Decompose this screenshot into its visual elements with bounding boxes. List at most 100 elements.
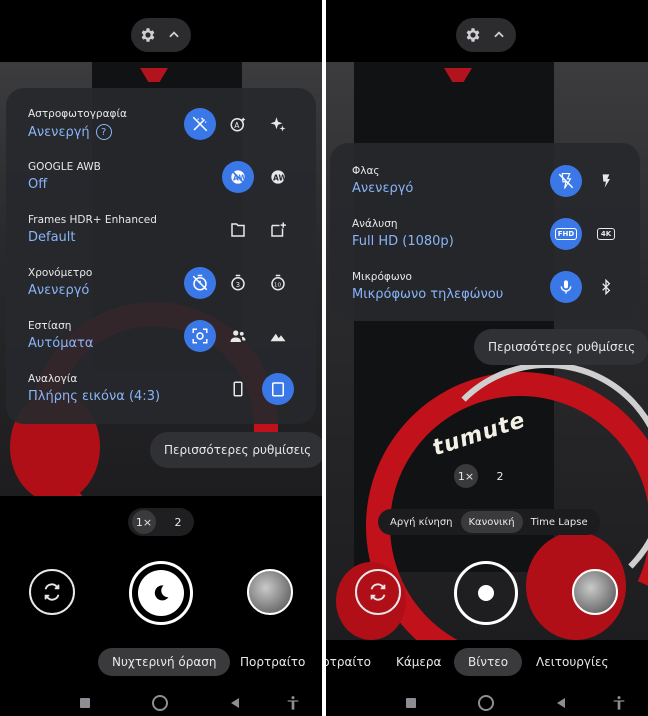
setting-label: Ανάλυση xyxy=(352,218,398,230)
speed-normal[interactable]: Κανονική xyxy=(460,511,523,533)
setting-row-frames: Frames HDR+ Enhanced Default xyxy=(6,208,316,252)
awb-off-icon[interactable]: AW xyxy=(222,161,254,193)
setting-row-awb: GOOGLE AWB Off AW AW xyxy=(6,155,316,199)
home-icon[interactable] xyxy=(477,694,495,712)
zoom-selector: 1× 2 xyxy=(128,508,194,536)
setting-label: Αστροφωτογραφία xyxy=(28,108,127,120)
gear-icon xyxy=(139,26,157,44)
home-icon[interactable] xyxy=(151,694,169,712)
settings-panel: Φλας Ανενεργό Ανάλυση Full HD (1080p) FH… xyxy=(330,143,640,321)
mode-portrait[interactable]: Πορτραίτο xyxy=(240,648,305,676)
setting-label: Μικρόφωνο xyxy=(352,271,412,283)
chevron-up-icon xyxy=(165,26,183,44)
astro-off-icon[interactable] xyxy=(184,108,216,140)
zoom-2x[interactable]: 2 xyxy=(488,464,512,488)
shutter-button[interactable] xyxy=(129,561,193,625)
flash-off-icon[interactable] xyxy=(550,165,582,197)
microphone-icon[interactable] xyxy=(550,271,582,303)
moon-icon xyxy=(154,585,169,601)
svg-text:AW: AW xyxy=(273,173,287,182)
settings-panel: Αστροφωτογραφία Ανενεργή ? A GOOGLE AWB … xyxy=(6,88,316,424)
astro-auto-icon[interactable]: A xyxy=(222,108,254,140)
back-icon[interactable] xyxy=(552,694,570,712)
timer-3-icon[interactable]: 3 xyxy=(222,267,254,299)
timer-10-icon[interactable]: 10 xyxy=(262,267,294,299)
video-screen: tumute Φλας Ανενεργό Ανάλυση Full HD (10… xyxy=(326,0,648,716)
setting-value: Ανενεργό xyxy=(28,283,90,298)
help-icon[interactable]: ? xyxy=(95,124,112,140)
nav-bar xyxy=(0,690,322,716)
record-button[interactable] xyxy=(454,561,518,625)
setting-row-astro: Αστροφωτογραφία Ανενεργή ? A xyxy=(6,102,316,146)
switch-camera-button[interactable] xyxy=(355,569,401,615)
night-sight-screen: Αστροφωτογραφία Ανενεργή ? A GOOGLE AWB … xyxy=(0,0,322,716)
mode-night-sight[interactable]: Νυχτερινή όραση xyxy=(98,648,231,676)
setting-label: GOOGLE AWB xyxy=(28,161,101,173)
mode-selector: ρτραίτο Κάμερα Βίντεο Λειτουργίες xyxy=(326,648,648,676)
zoom-2x[interactable]: 2 xyxy=(166,510,190,534)
ratio-43-icon[interactable] xyxy=(262,373,294,405)
accessibility-icon[interactable] xyxy=(610,694,628,712)
accessibility-icon[interactable] xyxy=(284,694,302,712)
recents-icon[interactable] xyxy=(402,694,420,712)
speed-time-lapse[interactable]: Time Lapse xyxy=(523,511,596,533)
mode-video[interactable]: Βίντεο xyxy=(454,648,523,676)
fhd-icon[interactable]: FHD xyxy=(550,218,582,250)
setting-row-focus: Εστίαση Αυτόματα xyxy=(6,314,316,358)
more-settings-button[interactable]: Περισσότερες ρυθμίσεις xyxy=(474,329,648,365)
record-dot-icon xyxy=(478,585,494,601)
4k-icon[interactable]: 4K xyxy=(590,218,622,250)
sparkle-icon[interactable] xyxy=(262,108,294,140)
mode-selector: Νυχτερινή όραση Πορτραίτο xyxy=(0,648,322,676)
gallery-thumbnail[interactable] xyxy=(572,569,618,615)
setting-value: Μικρόφωνο τηλεφώνου xyxy=(352,287,504,302)
setting-row-resolution: Ανάλυση Full HD (1080p) FHD 4K xyxy=(330,212,640,256)
setting-row-timer: Χρονόμετρο Ανενεργό 3 10 xyxy=(6,261,316,305)
zoom-1x[interactable]: 1× xyxy=(132,510,156,534)
setting-value: Off xyxy=(28,177,48,192)
mode-camera[interactable]: Κάμερα xyxy=(396,648,441,676)
settings-toggle[interactable] xyxy=(456,18,516,52)
setting-value: Ανενεργό xyxy=(352,181,414,196)
setting-value: Πλήρης εικόνα (4:3) xyxy=(28,389,161,404)
ratio-full-icon[interactable] xyxy=(222,373,254,405)
zoom-1x[interactable]: 1× xyxy=(454,464,478,488)
video-speed-selector: Αργή κίνηση Κανονική Time Lapse xyxy=(378,509,600,535)
timer-off-icon[interactable] xyxy=(184,267,216,299)
settings-toggle[interactable] xyxy=(131,18,191,52)
switch-camera-icon xyxy=(370,583,386,601)
svg-text:A: A xyxy=(234,121,240,130)
mode-portrait[interactable]: ρτραίτο xyxy=(326,648,371,676)
setting-value: Αυτόματα xyxy=(28,336,94,351)
focus-people-icon[interactable] xyxy=(222,320,254,352)
focus-landscape-icon[interactable] xyxy=(262,320,294,352)
nav-bar xyxy=(326,690,648,716)
gallery-thumbnail[interactable] xyxy=(247,569,293,615)
setting-row-flash: Φλας Ανενεργό xyxy=(330,159,640,203)
svg-text:3: 3 xyxy=(236,281,240,289)
setting-value: Ανενεργή xyxy=(28,124,90,140)
awb-on-icon[interactable]: AW xyxy=(262,161,294,193)
focus-auto-icon[interactable] xyxy=(184,320,216,352)
setting-row-ratio: Αναλογία Πλήρης εικόνα (4:3) xyxy=(6,367,316,411)
more-settings-button[interactable]: Περισσότερες ρυθμίσεις xyxy=(150,432,322,468)
svg-text:10: 10 xyxy=(274,282,282,288)
chevron-up-icon xyxy=(490,26,508,44)
setting-label: Φλας xyxy=(352,165,380,177)
setting-label: Χρονόμετρο xyxy=(28,267,93,279)
setting-value: Full HD (1080p) xyxy=(352,234,454,249)
setting-label: Frames HDR+ Enhanced xyxy=(28,214,157,226)
speed-slow-motion[interactable]: Αργή κίνηση xyxy=(382,511,461,533)
bluetooth-icon[interactable] xyxy=(590,271,622,303)
setting-value: Default xyxy=(28,230,76,245)
switch-camera-button[interactable] xyxy=(29,569,75,615)
back-icon[interactable] xyxy=(226,694,244,712)
zoom-selector: 1× 2 xyxy=(450,462,516,490)
frames-default-icon[interactable] xyxy=(222,214,254,246)
frames-add-icon[interactable] xyxy=(262,214,294,246)
setting-row-microphone: Μικρόφωνο Μικρόφωνο τηλεφώνου xyxy=(330,265,640,309)
setting-label: Εστίαση xyxy=(28,320,72,332)
recents-icon[interactable] xyxy=(76,694,94,712)
mode-modes[interactable]: Λειτουργίες xyxy=(536,648,609,676)
flash-on-icon[interactable] xyxy=(590,165,622,197)
